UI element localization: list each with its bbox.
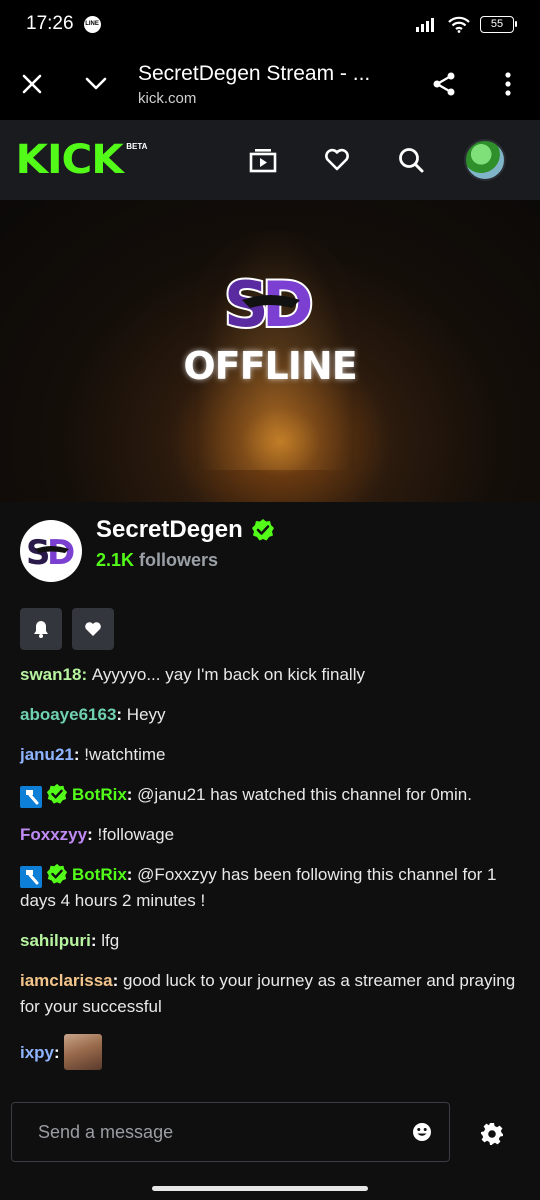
followers-number: 2.1K (96, 550, 135, 570)
chat-message: BotRix: @janu21 has watched this channel… (20, 782, 520, 808)
line-app-icon: LINE (83, 15, 101, 33)
chat-message: aboaye6163: Heyy (20, 705, 166, 724)
chat-username[interactable]: BotRix (72, 865, 127, 884)
chevron-down-icon (85, 77, 107, 90)
share-button[interactable] (412, 48, 476, 120)
chat-input-area (0, 1092, 540, 1178)
verified-icon (46, 783, 68, 805)
chat-input-box[interactable] (11, 1102, 450, 1162)
more-vert-icon (505, 72, 511, 96)
chat-text: !followage (97, 825, 175, 844)
mod-hammer-icon (20, 866, 42, 888)
chat-message: janu21: !watchtime (20, 745, 166, 764)
video-player[interactable]: S D OFFLINE (0, 200, 540, 502)
emoji-icon (413, 1123, 431, 1141)
channel-logo-icon: S D (26, 533, 75, 571)
followers-count: 2.1K followers (96, 550, 218, 571)
chat-message-input[interactable] (38, 1121, 409, 1143)
channel-actions (20, 608, 114, 650)
following-button[interactable] (300, 130, 374, 190)
channel-name-row: SecretDegen (96, 516, 275, 544)
chat-username[interactable]: janu21 (20, 745, 74, 764)
browse-icon (249, 149, 277, 173)
chat-list: swan18: Ayyyyo... yay I'm back on kick f… (20, 662, 520, 1084)
notify-button[interactable] (20, 608, 62, 650)
close-icon (22, 74, 42, 94)
more-options-button[interactable] (476, 48, 540, 120)
search-button[interactable] (374, 130, 448, 190)
gear-icon (481, 1123, 503, 1145)
close-tab-button[interactable] (0, 48, 64, 120)
verified-icon (251, 519, 274, 541)
chat-username[interactable]: ixpy (20, 1043, 54, 1062)
beta-label: BETA (126, 142, 148, 151)
chat-message: iamclarissa: good luck to your journey a… (20, 971, 516, 1016)
signal-icon (416, 18, 434, 32)
chat-username[interactable]: aboaye6163 (20, 705, 116, 724)
user-avatar-button[interactable] (448, 130, 522, 190)
status-time: 17:26 (26, 13, 74, 34)
search-icon (399, 148, 424, 173)
chat-settings-button[interactable] (470, 1112, 514, 1156)
page-title-area[interactable]: SecretDegen Stream - ... kick.com (128, 62, 412, 107)
offline-label: OFFLINE (183, 344, 357, 388)
channel-panel: S D SecretDegen 2.1K followers swan (0, 502, 540, 1092)
emote-image (63, 1034, 102, 1070)
chat-message: swan18: Ayyyyo... yay I'm back on kick f… (20, 665, 365, 684)
followers-label: followers (139, 550, 219, 570)
heart-icon (85, 622, 101, 636)
chat-message: BotRix: @Foxxzyy has been following this… (20, 863, 497, 910)
mod-hammer-icon (20, 786, 42, 808)
heart-icon (325, 148, 349, 171)
follow-button[interactable] (72, 608, 114, 650)
chat-text: Heyy (126, 705, 166, 724)
chat-message: sahilpuri: lfg (20, 931, 120, 950)
channel-logo-icon: S D (222, 268, 315, 338)
chat-message: ixpy: (20, 1034, 520, 1070)
chat-username[interactable]: sahilpuri (20, 931, 91, 950)
bell-icon (34, 621, 48, 638)
avatar (464, 139, 506, 181)
chat-username[interactable]: swan18 (20, 665, 81, 684)
battery-icon: 55 (480, 15, 517, 33)
page-url: kick.com (138, 89, 197, 107)
kick-logo-text: KICK (15, 137, 123, 183)
home-indicator[interactable] (152, 1186, 368, 1191)
page-title: SecretDegen Stream - ... (138, 61, 371, 85)
site-header: KICK BETA (0, 120, 540, 200)
chat-username[interactable]: Foxxzyy (20, 825, 87, 844)
minimize-button[interactable] (64, 48, 128, 120)
browser-toolbar: SecretDegen Stream - ... kick.com (0, 48, 540, 120)
browse-button[interactable] (226, 130, 300, 190)
header-actions (226, 130, 522, 190)
chat-text: !watchtime (84, 745, 166, 764)
channel-name[interactable]: SecretDegen (96, 516, 243, 544)
chat-username[interactable]: BotRix (72, 785, 127, 804)
status-bar: 17:26 LINE 55 (0, 0, 540, 48)
chat-username[interactable]: iamclarissa (20, 971, 113, 990)
chat-text: @janu21 has watched this channel for 0mi… (137, 785, 472, 804)
chat-message: Foxxzyy: !followage (20, 825, 175, 844)
wifi-icon (448, 16, 470, 33)
system-nav-bar (0, 1178, 540, 1200)
status-indicators: 55 (416, 15, 517, 33)
chat-text: lfg (101, 931, 120, 950)
chat-text: Ayyyyo... yay I'm back on kick finally (91, 665, 365, 684)
verified-icon (46, 863, 68, 885)
channel-avatar[interactable]: S D (20, 520, 82, 582)
kick-logo[interactable]: KICK BETA (15, 137, 148, 183)
share-icon (433, 72, 455, 96)
emoji-button[interactable] (409, 1119, 435, 1145)
